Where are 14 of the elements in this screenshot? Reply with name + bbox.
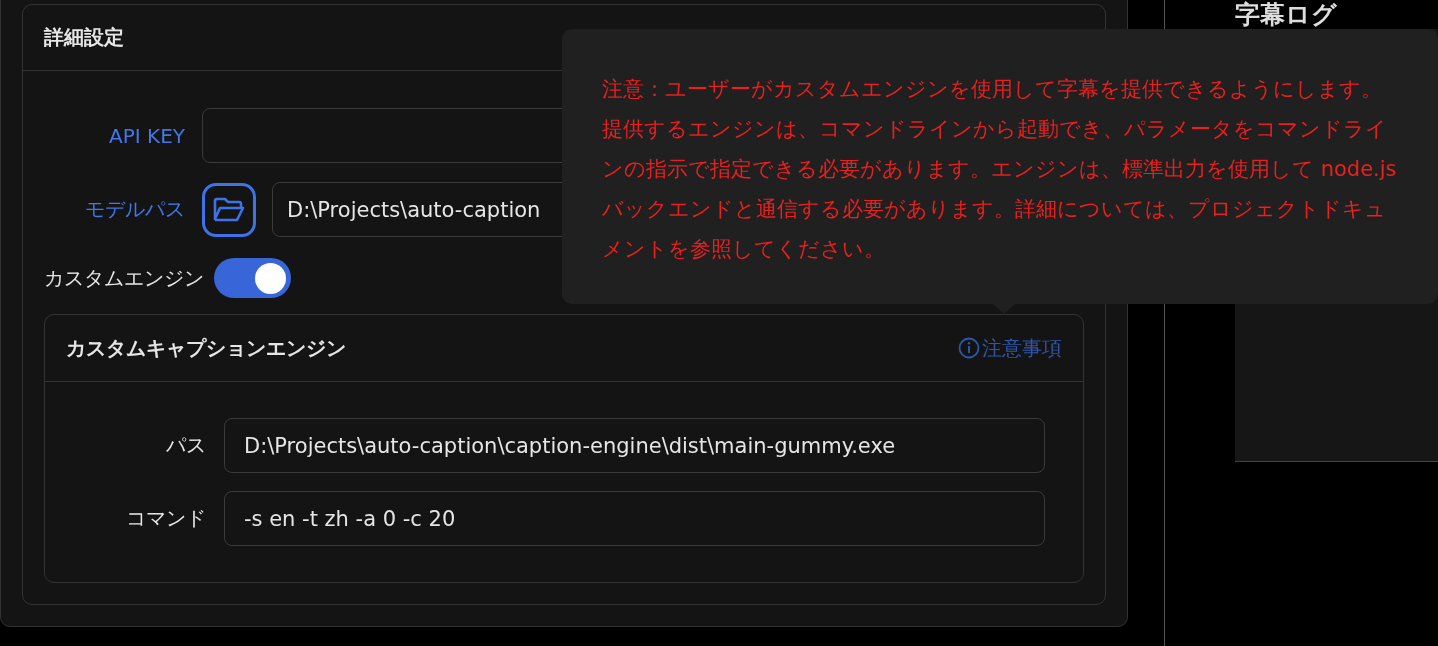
tooltip-text: 注意：ユーザーがカスタムエンジンを使用して字幕を提供できるようにします。提供するエンジンは、コマンドラインから起動でき、パラメータをコマンドラインの指示で指定できる必要があります。エンジンは、標準出力を使用して node.js バックエンドと通信する必要があります。詳細については、プロジェクトドキュメントを参照してください。 — [602, 76, 1398, 263]
field-label: コマンド — [125, 505, 206, 532]
toggle-label: カスタムエンジン — [44, 264, 204, 292]
field-label: API KEY — [108, 123, 185, 148]
field-label: パス — [165, 432, 206, 459]
folder-button[interactable] — [202, 182, 256, 237]
toggle-switch[interactable] — [214, 258, 291, 298]
text-field[interactable]: D:\Projects\auto-caption\caption-engine\dist\main-gummy.exe — [224, 418, 1045, 473]
field-label: モデルパス — [84, 196, 185, 223]
folder-icon — [213, 196, 245, 223]
text-field[interactable]: -s en -t zh -a 0 -c 20 — [224, 491, 1045, 546]
info-icon — [958, 337, 980, 359]
card-title: カスタムキャプションエンジン — [66, 334, 346, 362]
panel-title: 字幕ログ — [1235, 0, 1338, 29]
